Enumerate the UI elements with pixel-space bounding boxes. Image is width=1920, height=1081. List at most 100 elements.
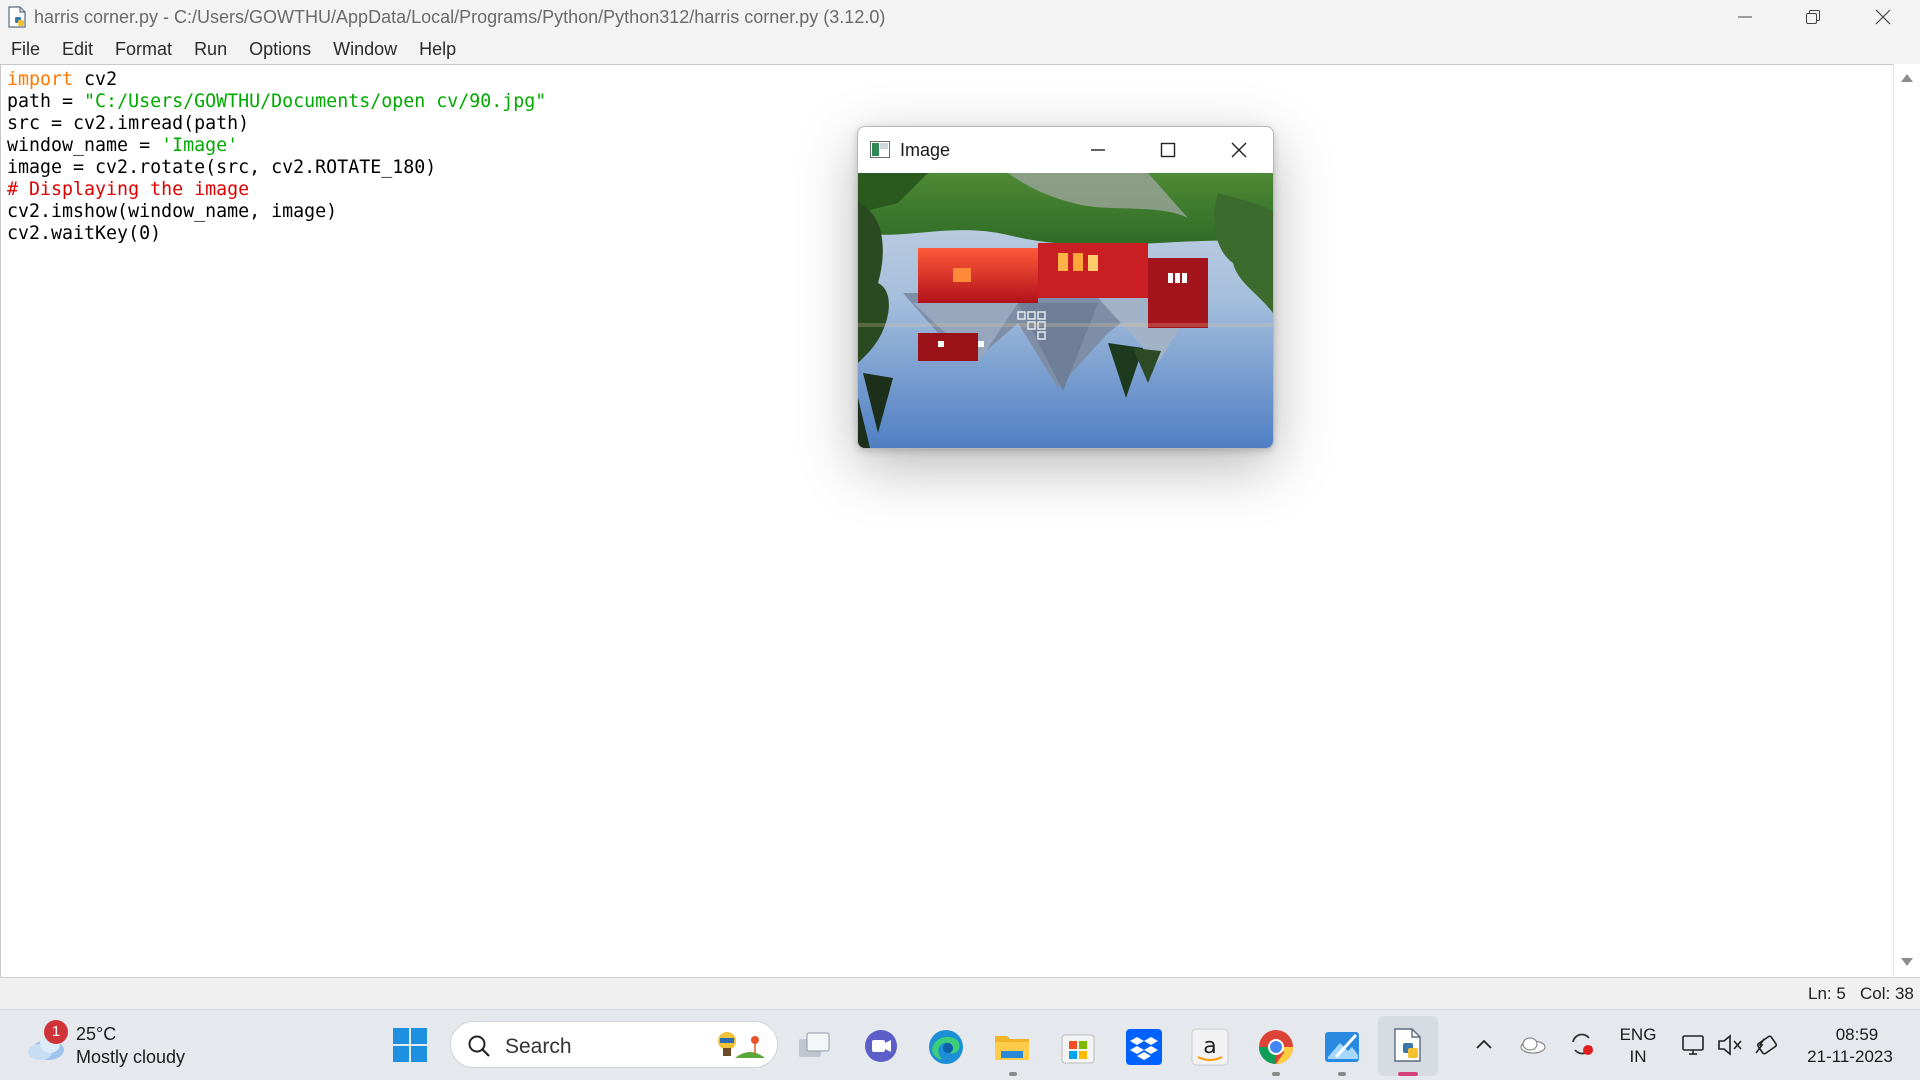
vertical-scrollbar[interactable]: [1893, 64, 1920, 977]
code-text[interactable]: import cv2 path = "C:/Users/GOWTHU/Docume…: [7, 69, 546, 245]
edge-icon: [929, 1030, 963, 1064]
amazon-icon: a: [1191, 1028, 1229, 1066]
maximize-icon: [1160, 142, 1176, 158]
status-line: Ln: 5: [1808, 984, 1846, 1003]
weather-temperature: 25°C: [76, 1024, 117, 1044]
dropbox-icon: [1126, 1029, 1162, 1065]
teams-chat-button[interactable]: [861, 1027, 901, 1067]
menu-options[interactable]: Options: [238, 39, 322, 60]
file-explorer-button[interactable]: [992, 1027, 1032, 1067]
onedrive-cloud-icon[interactable]: [1518, 1034, 1546, 1054]
image-window-close-button[interactable]: [1225, 136, 1253, 164]
code-string: 'Image': [161, 135, 239, 156]
idle-active-indicator: [1398, 1072, 1418, 1076]
sync-alert-icon[interactable]: [1568, 1030, 1596, 1058]
teams-chat-icon: [865, 1030, 897, 1062]
chrome-icon: [1259, 1030, 1293, 1064]
minimize-icon: [1091, 149, 1105, 151]
window-title: harris corner.py - C:/Users/GOWTHU/AppDa…: [34, 6, 886, 27]
folder-icon: [995, 1036, 1029, 1060]
store-icon: [1061, 1034, 1095, 1064]
clock-date[interactable]: 21-11-2023: [1800, 1047, 1900, 1067]
image-window-app-icon: [870, 141, 890, 158]
scroll-down-arrow-icon[interactable]: [1901, 958, 1913, 966]
idle-file-icon: [6, 6, 28, 28]
code-line[interactable]: window_name = 'Image': [7, 135, 546, 157]
speaker-muted-icon[interactable]: [1716, 1032, 1744, 1058]
code-token: path =: [7, 91, 85, 112]
photos-icon: [1325, 1032, 1359, 1062]
language-secondary[interactable]: IN: [1618, 1047, 1658, 1067]
code-keyword: import: [7, 69, 74, 90]
code-line[interactable]: cv2.imshow(window_name, image): [7, 201, 546, 223]
menu-format[interactable]: Format: [104, 39, 183, 60]
network-display-icon[interactable]: [1680, 1032, 1708, 1058]
code-line[interactable]: # Displaying the image: [7, 179, 546, 201]
chevron-up-icon[interactable]: [1474, 1036, 1494, 1052]
search-icon: [468, 1035, 490, 1057]
code-token: image = cv2.rotate(src, cv2.ROTATE_180): [7, 157, 437, 178]
weather-condition: Mostly cloudy: [76, 1047, 186, 1067]
chrome-running-indicator: [1272, 1072, 1280, 1076]
windows-start-icon: [393, 1028, 427, 1062]
image-window-minimize-button[interactable]: [1084, 136, 1112, 164]
battery-charging-icon[interactable]: [1752, 1031, 1780, 1059]
task-view-icon: [799, 1032, 830, 1057]
minimize-icon: [1738, 16, 1752, 18]
language-primary[interactable]: ENG: [1618, 1025, 1658, 1045]
menu-run[interactable]: Run: [183, 39, 238, 60]
code-line[interactable]: image = cv2.rotate(src, cv2.ROTATE_180): [7, 157, 546, 179]
status-bar: Ln: 5 Col: 38: [0, 977, 1920, 1009]
idle-python-icon: [1394, 1028, 1421, 1062]
start-button[interactable]: [392, 1027, 432, 1067]
code-line[interactable]: cv2.waitKey(0): [7, 223, 546, 245]
edge-browser-button[interactable]: [926, 1027, 966, 1067]
search-highlight-icon: [718, 1032, 765, 1058]
scroll-up-arrow-icon[interactable]: [1901, 74, 1913, 82]
restore-button[interactable]: [1778, 0, 1848, 34]
amazon-button[interactable]: a: [1190, 1027, 1230, 1067]
explorer-running-indicator: [1009, 1072, 1017, 1076]
menu-file[interactable]: File: [0, 39, 51, 60]
image-window[interactable]: Image: [857, 126, 1274, 449]
minimize-button[interactable]: [1710, 0, 1780, 34]
title-bar[interactable]: harris corner.py - C:/Users/GOWTHU/AppDa…: [0, 0, 1920, 34]
task-view-button[interactable]: [795, 1027, 835, 1067]
close-icon: [1875, 9, 1891, 25]
code-token: cv2.imshow(window_name, image): [7, 201, 338, 222]
image-window-maximize-button[interactable]: [1154, 136, 1182, 164]
chrome-button[interactable]: [1256, 1027, 1296, 1067]
image-window-titlebar[interactable]: Image: [858, 127, 1273, 172]
search-label: Search: [505, 1035, 572, 1058]
menu-window[interactable]: Window: [322, 39, 408, 60]
weather-notification-badge: 1: [44, 1020, 68, 1044]
code-string: "C:/Users/GOWTHU/Documents/open cv/90.jp…: [84, 91, 547, 112]
close-button[interactable]: [1848, 0, 1918, 34]
rotated-house-image: [858, 173, 1273, 448]
code-line[interactable]: import cv2: [7, 69, 546, 91]
dropbox-button[interactable]: [1124, 1027, 1164, 1067]
photos-app-button[interactable]: [1322, 1027, 1362, 1067]
photos-running-indicator: [1338, 1072, 1346, 1076]
idle-taskbar-button[interactable]: [1378, 1016, 1438, 1076]
taskbar-search[interactable]: Search: [450, 1021, 778, 1068]
code-token: window_name =: [7, 135, 162, 156]
menu-bar: File Edit Format Run Options Window Help: [0, 34, 1920, 64]
code-line[interactable]: src = cv2.imread(path): [7, 113, 546, 135]
code-token: cv2: [73, 69, 118, 90]
code-token: cv2.waitKey(0): [7, 223, 162, 244]
menu-help[interactable]: Help: [408, 39, 467, 60]
restore-icon: [1806, 10, 1820, 24]
status-column: Col: 38: [1860, 984, 1914, 1003]
taskbar: 1 25°C Mostly cloudy Search a ENG IN 08:…: [0, 1009, 1920, 1080]
code-comment: # Displaying the image: [7, 179, 250, 200]
image-window-title: Image: [900, 140, 951, 160]
code-line[interactable]: path = "C:/Users/GOWTHU/Documents/open c…: [7, 91, 546, 113]
clock-time[interactable]: 08:59: [1812, 1025, 1902, 1045]
svg-text:a: a: [1203, 1034, 1216, 1059]
code-token: src = cv2.imread(path): [7, 113, 250, 134]
close-icon: [1231, 142, 1247, 158]
weather-widget[interactable]: 1 25°C Mostly cloudy: [20, 1010, 200, 1081]
menu-edit[interactable]: Edit: [51, 39, 104, 60]
microsoft-store-button[interactable]: [1058, 1027, 1098, 1067]
